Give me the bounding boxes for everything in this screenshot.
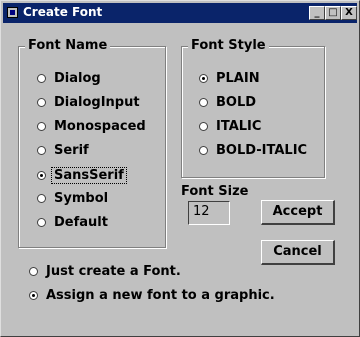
font-name-option-symbol[interactable]: Symbol [37,191,108,206]
radio-icon [37,98,46,107]
font-name-option-label: SansSerif [51,167,127,184]
accept-button[interactable]: Accept [261,200,335,225]
font-name-option-label: Monospaced [54,119,146,134]
font-style-legend: Font Style [188,38,269,53]
minimize-button[interactable]: _ [309,6,325,20]
radio-selected-icon [29,291,38,300]
font-name-option-label: Default [54,215,108,230]
radio-icon [199,122,208,131]
font-style-option-plain[interactable]: PLAIN [199,71,260,86]
font-style-group: Font Style [181,38,325,178]
action-option-label: Just create a Font. [46,264,181,279]
font-style-option-italic[interactable]: ITALIC [199,119,261,134]
radio-icon [37,194,46,203]
action-option-just-create[interactable]: Just create a Font. [29,264,181,279]
font-style-option-label: ITALIC [216,119,262,134]
window-icon [7,7,18,18]
font-name-option-dialog[interactable]: Dialog [37,71,101,86]
font-name-option-dialoginput[interactable]: DialogInput [37,95,140,110]
font-name-option-default[interactable]: Default [37,215,108,230]
cancel-button[interactable]: Cancel [261,240,335,265]
title-bar[interactable]: Create Font _ □ X [3,3,357,23]
font-size-label: Font Size [181,184,249,199]
radio-selected-icon [199,74,208,83]
font-name-option-serif[interactable]: Serif [37,143,89,158]
radio-icon [37,146,46,155]
radio-selected-icon [37,171,46,180]
font-name-option-label: Symbol [54,191,109,206]
font-style-option-label: BOLD [216,95,257,110]
radio-icon [37,122,46,131]
create-font-dialog: Create Font _ □ X Font Name Dialog Dialo… [0,0,360,337]
radio-icon [37,218,46,227]
font-name-option-monospaced[interactable]: Monospaced [37,119,146,134]
font-name-legend: Font Name [25,38,111,53]
font-name-option-label: Serif [54,143,89,158]
window-title: Create Font [23,5,103,19]
action-option-assign-graphic[interactable]: Assign a new font to a graphic. [29,288,275,303]
radio-icon [199,98,208,107]
font-name-option-label: Dialog [54,71,101,86]
font-style-option-bold[interactable]: BOLD [199,95,256,110]
radio-icon [199,146,208,155]
font-name-option-sansserif[interactable]: SansSerif [37,167,127,184]
close-button[interactable]: X [341,6,357,20]
font-style-option-bold-italic[interactable]: BOLD-ITALIC [199,143,307,158]
action-option-label: Assign a new font to a graphic. [46,288,275,303]
radio-icon [29,267,38,276]
radio-icon [37,74,46,83]
font-style-option-label: PLAIN [216,71,260,86]
font-size-input[interactable]: 12 [188,201,230,225]
font-style-option-label: BOLD-ITALIC [216,143,308,158]
maximize-button[interactable]: □ [325,6,341,20]
font-name-option-label: DialogInput [54,95,140,110]
